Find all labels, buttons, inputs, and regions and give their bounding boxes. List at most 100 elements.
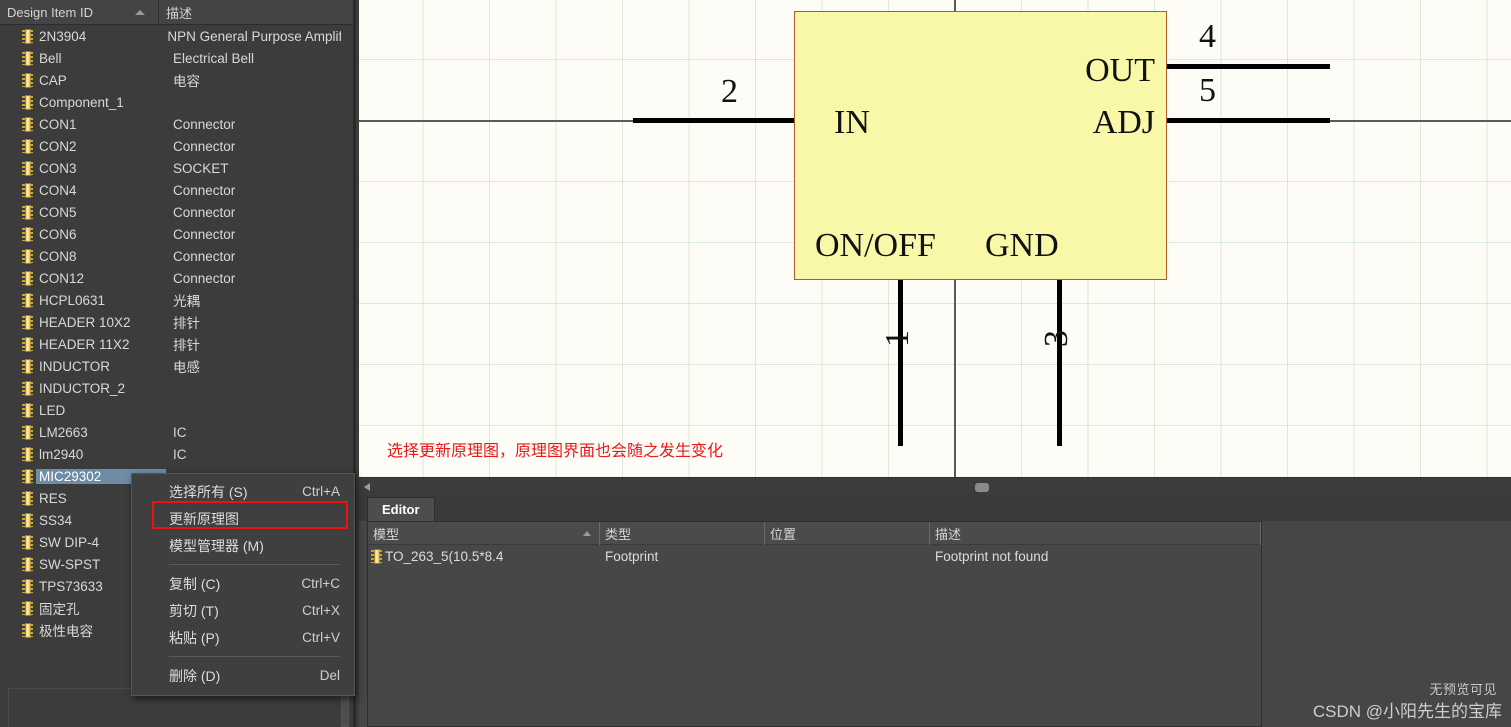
list-item-description: 电容 [173, 74, 200, 89]
list-item[interactable]: CON6 Connector [0, 223, 345, 245]
ic-chip-icon [22, 248, 33, 264]
list-item-name: lm2940 [39, 446, 84, 462]
menu-item[interactable]: 删除 (D) Del [132, 662, 354, 689]
list-item-name: LM2663 [39, 424, 88, 440]
list-item-name: CON8 [39, 248, 77, 264]
menu-item[interactable]: 更新原理图 [132, 505, 354, 532]
ic-chip-icon [22, 292, 33, 308]
column-header-design-item-id[interactable]: Design Item ID [0, 0, 159, 25]
list-item[interactable]: LED [0, 399, 345, 421]
menu-item[interactable]: 选择所有 (S) Ctrl+A [132, 478, 354, 505]
list-item-name: INDUCTOR [39, 358, 111, 374]
editor-model-grid[interactable]: 模型 类型 位置 描述 TO_263_5(10.5*8.4 Footprint Footp… [367, 521, 1262, 727]
list-item[interactable]: INDUCTOR_2 [0, 377, 345, 399]
list-item[interactable]: CON1 Connector [0, 113, 345, 135]
list-item-description: IC [173, 424, 187, 440]
list-item-name: HCPL0631 [39, 292, 106, 308]
menu-item[interactable]: 复制 (C) Ctrl+C [132, 570, 354, 597]
list-item[interactable]: CON5 Connector [0, 201, 345, 223]
schematic-canvas[interactable]: IN OUT ADJ ON/OFF GND 2 4 5 1 3 选择更新原理图，… [359, 0, 1511, 477]
ic-chip-icon [22, 28, 33, 44]
list-item[interactable]: lm2940 IC [0, 443, 345, 465]
menu-item-shortcut: Del [319, 668, 340, 683]
application-window: Design Item ID 描述 2N3904 NPN General Purp… [0, 0, 1511, 727]
scrollbar-thumb[interactable] [975, 483, 989, 492]
list-item-name: CAP [39, 72, 67, 88]
list-item-name: INDUCTOR_2 [39, 380, 126, 396]
list-item[interactable]: Component_1 [0, 91, 345, 113]
ic-chip-icon [22, 116, 33, 132]
editor-grid-body[interactable]: TO_263_5(10.5*8.4 Footprint Footprint not … [368, 545, 1261, 567]
list-item[interactable]: CON2 Connector [0, 135, 345, 157]
component-symbol-body[interactable]: IN OUT ADJ ON/OFF GND [794, 11, 1167, 280]
pin-label-out: OUT [1085, 52, 1155, 89]
menu-separator [169, 564, 340, 565]
list-item[interactable]: CAP 电容 [0, 69, 345, 91]
list-item-description: SOCKET [173, 160, 229, 176]
list-item-description: 光耦 [173, 294, 200, 309]
pin-label-adj: ADJ [1092, 104, 1155, 141]
list-item-description: NPN General Purpose Amplifie [167, 28, 345, 44]
ic-chip-icon [22, 380, 33, 396]
list-item-name: HEADER 11X2 [39, 336, 130, 352]
ic-chip-icon [22, 160, 33, 176]
ic-chip-icon [22, 270, 33, 286]
wire-endcap-pin-4 [1325, 64, 1330, 69]
editor-column-header[interactable]: 类型 [600, 522, 765, 545]
list-item[interactable]: CON4 Connector [0, 179, 345, 201]
scroll-left-arrow-icon[interactable] [364, 483, 370, 491]
menu-item-shortcut: Ctrl+A [302, 484, 340, 499]
pin-number-1: 1 [879, 330, 916, 347]
pin-label-gnd: GND [985, 227, 1059, 264]
design-items-header: Design Item ID 描述 [0, 0, 353, 25]
menu-item[interactable]: 模型管理器 (M) [132, 532, 354, 559]
ic-chip-icon [22, 204, 33, 220]
menu-item[interactable]: 粘贴 (P) Ctrl+V [132, 624, 354, 651]
list-item-name: Component_1 [39, 94, 124, 110]
table-row[interactable]: TO_263_5(10.5*8.4 Footprint Footprint not … [368, 545, 1261, 567]
editor-column-header-label: 位置 [770, 527, 797, 542]
tab-editor[interactable]: Editor [367, 497, 435, 521]
menu-item-label: 更新原理图 [169, 510, 239, 527]
context-menu[interactable]: 选择所有 (S) Ctrl+A 更新原理图模型管理器 (M) 复制 (C) Ctrl+C… [131, 473, 355, 696]
editor-column-header-label: 模型 [373, 527, 400, 542]
list-item-name: CON12 [39, 270, 85, 286]
ic-chip-icon [22, 336, 33, 352]
pin-number-5: 5 [1199, 72, 1216, 109]
list-item[interactable]: CON3 SOCKET [0, 157, 345, 179]
editor-column-header[interactable]: 描述 [930, 522, 1261, 545]
list-item-description: 排针 [173, 338, 200, 353]
list-item[interactable]: LM2663 IC [0, 421, 345, 443]
table-cell-text: Footprint [605, 548, 659, 564]
list-item-description: Connector [173, 204, 236, 220]
ic-chip-icon [22, 182, 33, 198]
pin-label-on-off: ON/OFF [815, 227, 936, 264]
list-item-name: 2N3904 [39, 28, 87, 44]
list-item[interactable]: CON12 Connector [0, 267, 345, 289]
editor-column-header[interactable]: 模型 [368, 522, 600, 545]
list-item[interactable]: HCPL0631 光耦 [0, 289, 345, 311]
list-item[interactable]: Bell Electrical Bell [0, 47, 345, 69]
list-item[interactable]: INDUCTOR 电感 [0, 355, 345, 377]
table-cell-text: Footprint not found [935, 548, 1049, 564]
editor-grid-header: 模型 类型 位置 描述 [368, 522, 1261, 545]
ic-chip-icon [22, 138, 33, 154]
ic-chip-icon [22, 622, 33, 638]
list-item[interactable]: CON8 Connector [0, 245, 345, 267]
list-item[interactable]: HEADER 10X2 排针 [0, 311, 345, 333]
ic-chip-icon [22, 468, 33, 484]
list-item[interactable]: 2N3904 NPN General Purpose Amplifie [0, 25, 345, 47]
editor-column-header-label: 类型 [605, 527, 632, 542]
canvas-horizontal-scrollbar[interactable] [359, 477, 1511, 495]
menu-item-label: 选择所有 (S) [169, 483, 248, 500]
wire-pin-4 [1165, 64, 1328, 69]
list-item[interactable]: HEADER 11X2 排针 [0, 333, 345, 355]
menu-item[interactable]: 剪切 (T) Ctrl+X [132, 597, 354, 624]
wire-pin-2 [635, 118, 795, 123]
table-cell-description: Footprint not found [930, 545, 1261, 567]
list-item-description: Connector [173, 248, 236, 264]
column-header-description[interactable]: 描述 [159, 0, 353, 25]
menu-item-shortcut: Ctrl+X [302, 603, 340, 618]
list-item-name: CON1 [39, 116, 77, 132]
editor-column-header[interactable]: 位置 [765, 522, 930, 545]
